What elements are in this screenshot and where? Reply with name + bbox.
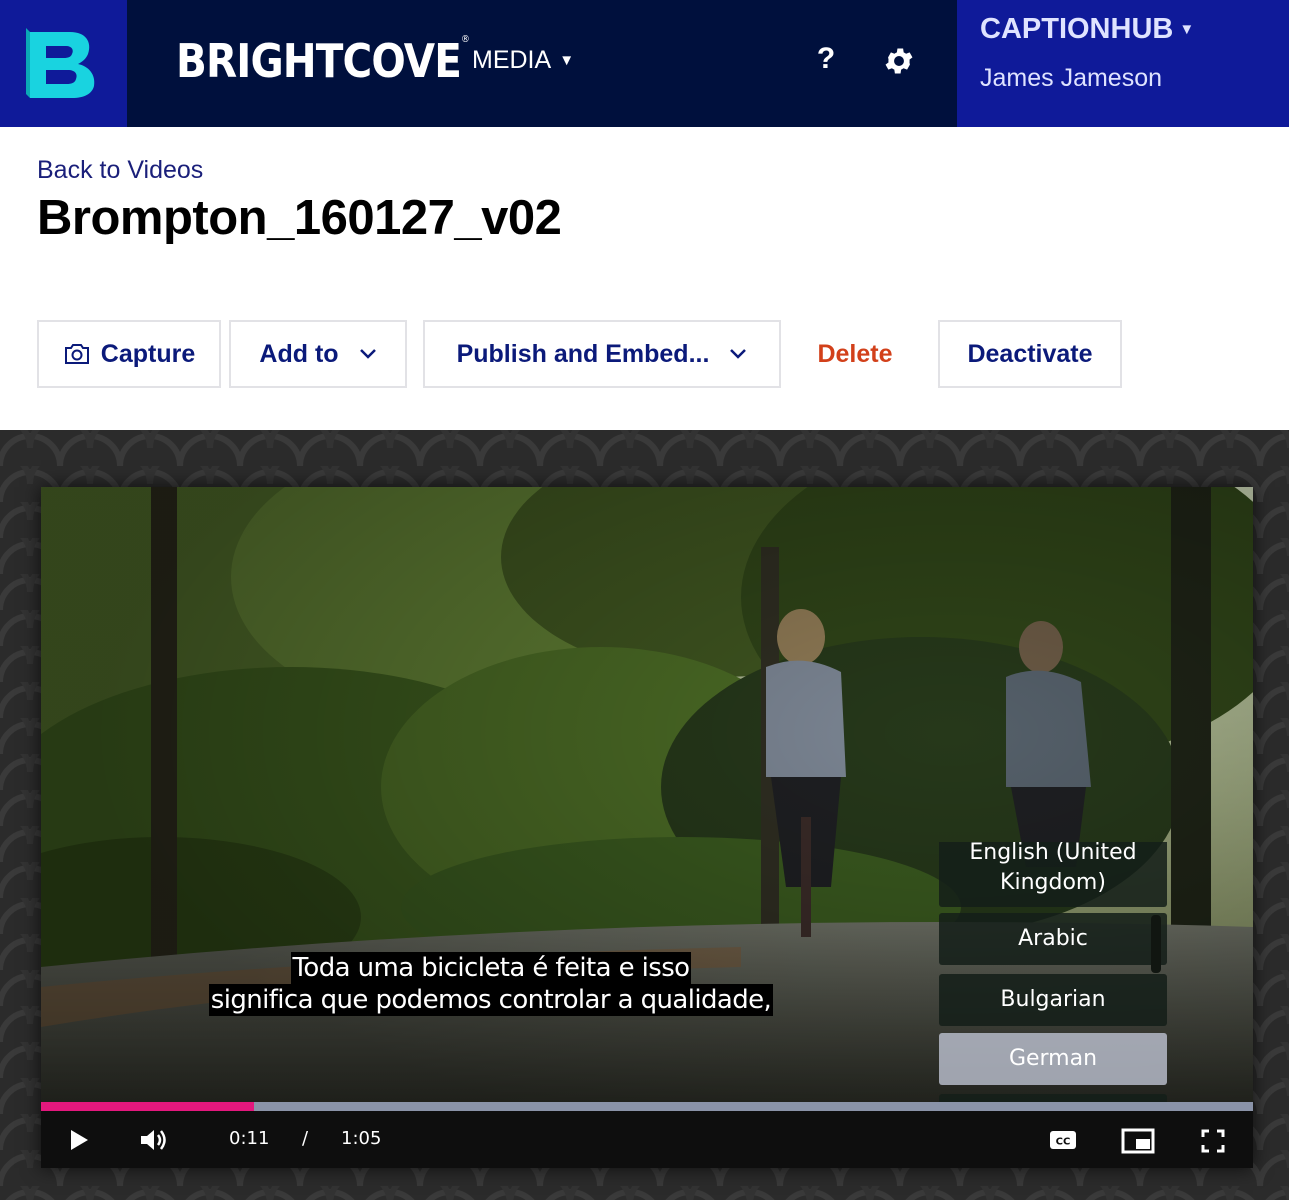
duration: 1:05 [341,1128,382,1149]
brand-wordmark[interactable]: BRIGHTCOVE® [176,34,470,88]
picture-in-picture-icon[interactable] [1121,1128,1155,1154]
caret-down-icon: ▼ [559,52,575,69]
add-to-label: Add to [259,339,339,368]
media-menu-label: MEDIA [472,46,552,74]
camera-icon [64,344,89,364]
publish-and-embed-button[interactable]: Publish and Embed... [423,320,781,388]
account-switcher[interactable]: CAPTIONHUB ▼ [980,13,1194,46]
closed-captions-icon[interactable]: CC [1049,1130,1077,1150]
brightcove-logo[interactable] [0,0,127,127]
language-option-english-uk[interactable]: English (United Kingdom) [939,842,1167,907]
progress-played [41,1102,255,1111]
caption-language-menu[interactable]: English (United Kingdom) Arabic Bulgaria… [939,842,1169,1112]
account-panel[interactable]: CAPTIONHUB ▼ James Jameson [957,0,1289,127]
deactivate-button[interactable]: Deactivate [938,320,1122,388]
caption-line-2: significa que podemos controlar a qualid… [208,984,774,1016]
language-menu-scrollbar[interactable] [1151,915,1161,973]
back-to-videos-link[interactable]: Back to Videos [37,156,203,185]
capture-label: Capture [100,339,196,368]
time-separator: / [302,1128,309,1149]
play-icon[interactable] [69,1129,89,1151]
media-menu[interactable]: MEDIA ▼ [472,46,574,75]
progress-bar[interactable] [41,1102,1253,1111]
capture-button[interactable]: Capture [37,320,221,388]
caption-overlay: Toda uma bicicleta é feita e isso signif… [41,952,941,1016]
language-option-bulgarian[interactable]: Bulgarian [939,974,1167,1026]
chevron-down-icon [359,349,376,359]
delete-button[interactable]: Delete [795,320,915,388]
svg-text:CC: CC [1056,1137,1071,1148]
volume-icon[interactable] [139,1127,169,1153]
help-icon[interactable]: ? [812,42,840,76]
caret-down-icon: ▼ [1179,21,1195,38]
fullscreen-icon[interactable] [1201,1129,1225,1153]
user-name: James Jameson [980,64,1163,92]
player-stage: Toda uma bicicleta é feita e isso signif… [0,430,1289,1200]
current-time: 0:11 [229,1128,270,1149]
video-player[interactable]: Toda uma bicicleta é feita e isso signif… [41,487,1253,1168]
page-title: Brompton_160127_v02 [37,191,562,245]
control-bar: 0:11 / 1:05 CC [41,1111,1253,1168]
brightcove-b-logo-icon [25,27,94,98]
chevron-down-icon [730,349,747,359]
language-option-arabic[interactable]: Arabic [939,913,1167,965]
account-name: CAPTIONHUB [980,13,1174,45]
gear-icon[interactable] [882,44,916,78]
add-to-button[interactable]: Add to [229,320,407,388]
caption-line-1: Toda uma bicicleta é feita e isso [290,952,692,984]
language-option-german[interactable]: German [939,1033,1167,1085]
publish-label: Publish and Embed... [456,339,710,368]
top-navbar: BRIGHTCOVE® MEDIA ▼ ? CAPTIONHUB ▼ James… [0,0,1289,127]
